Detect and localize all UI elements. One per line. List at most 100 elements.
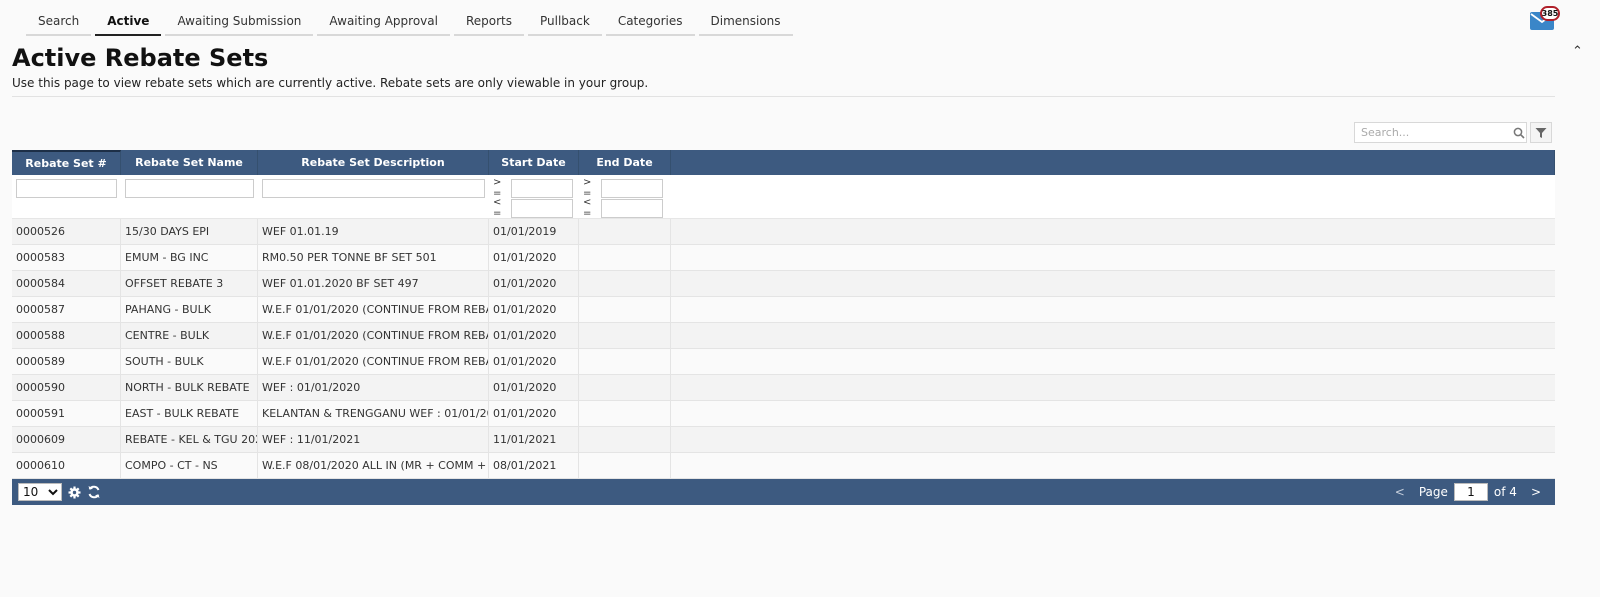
next-page-button[interactable]: > xyxy=(1523,485,1549,499)
cell-rebate-set-name: PAHANG - BULK xyxy=(121,297,258,322)
cell-rebate-set-name: OFFSET REBATE 3 xyxy=(121,271,258,296)
tab-awaiting-submission[interactable]: Awaiting Submission xyxy=(165,10,314,36)
cell-end-date xyxy=(579,401,671,426)
filter-end-date-to[interactable] xyxy=(601,198,663,218)
cell-rebate-set-name: 15/30 DAYS EPI xyxy=(121,219,258,244)
filter-rebate-set-name[interactable] xyxy=(125,179,254,198)
cell-start-date: 01/01/2020 xyxy=(489,401,579,426)
table-row[interactable]: 0000526 15/30 DAYS EPI WEF 01.01.19 01/0… xyxy=(12,219,1555,245)
page-title: Active Rebate Sets xyxy=(12,44,269,72)
cell-end-date xyxy=(579,349,671,374)
tab-categories[interactable]: Categories xyxy=(605,10,695,36)
le-label: < = xyxy=(583,197,592,219)
cell-rebate-set-description: WEF : 11/01/2021 xyxy=(258,427,489,452)
tab-dimensions[interactable]: Dimensions xyxy=(698,10,793,36)
cell-rebate-set-name: SOUTH - BULK xyxy=(121,349,258,374)
table-row[interactable]: 0000610 COMPO - CT - NS W.E.F 08/01/2020… xyxy=(12,453,1555,479)
cell-rebate-set-name: EMUM - BG INC xyxy=(121,245,258,270)
cell-start-date: 08/01/2021 xyxy=(489,453,579,478)
filter-row: > = < = > = < = xyxy=(12,175,1555,219)
tab-search[interactable]: Search xyxy=(26,10,92,36)
divider xyxy=(12,96,1555,97)
cell-rebate-set-number: 0000588 xyxy=(12,323,121,348)
cell-rebate-set-description: KELANTAN & TRENGGANU WEF : 01/01/2020 xyxy=(258,401,489,426)
cell-end-date xyxy=(579,245,671,270)
cell-rebate-set-description: W.E.F 01/01/2020 (CONTINUE FROM REBAT... xyxy=(258,297,489,322)
column-header-rebate-set-name[interactable]: Rebate Set Name xyxy=(121,150,258,175)
notification-badge: 385 xyxy=(1540,6,1560,21)
cell-rebate-set-name: EAST - BULK REBATE xyxy=(121,401,258,426)
cell-start-date: 01/01/2020 xyxy=(489,245,579,270)
cell-start-date: 01/01/2019 xyxy=(489,219,579,244)
cell-rebate-set-number: 0000589 xyxy=(12,349,121,374)
ge-label: > = xyxy=(493,177,502,199)
cell-start-date: 01/01/2020 xyxy=(489,297,579,322)
filter-icon xyxy=(1535,127,1547,138)
cell-rebate-set-name: REBATE - KEL & TGU 2021 xyxy=(121,427,258,452)
column-header-rebate-set-number[interactable]: Rebate Set # xyxy=(12,150,121,175)
column-header-spacer xyxy=(671,150,1555,175)
top-nav: Search Active Awaiting Submission Awaiti… xyxy=(26,10,793,36)
cell-rebate-set-description: W.E.F 01/01/2020 (CONTINUE FROM REBAT... xyxy=(258,349,489,374)
cell-start-date: 11/01/2021 xyxy=(489,427,579,452)
tab-reports[interactable]: Reports xyxy=(453,10,524,36)
table-row[interactable]: 0000587 PAHANG - BULK W.E.F 01/01/2020 (… xyxy=(12,297,1555,323)
mail-button[interactable]: 385 xyxy=(1530,6,1560,30)
filter-end-date-from[interactable] xyxy=(601,178,663,198)
page-subtitle: Use this page to view rebate sets which … xyxy=(12,76,649,90)
refresh-icon[interactable] xyxy=(87,485,101,499)
column-header-end-date[interactable]: End Date xyxy=(579,150,671,175)
filter-start-date-to[interactable] xyxy=(511,198,573,218)
cell-start-date: 01/01/2020 xyxy=(489,375,579,400)
cell-rebate-set-number: 0000584 xyxy=(12,271,121,296)
grid-body: 0000526 15/30 DAYS EPI WEF 01.01.19 01/0… xyxy=(12,219,1555,479)
cell-end-date xyxy=(579,323,671,348)
cell-rebate-set-name: COMPO - CT - NS xyxy=(121,453,258,478)
cell-rebate-set-name: CENTRE - BULK xyxy=(121,323,258,348)
table-row[interactable]: 0000591 EAST - BULK REBATE KELANTAN & TR… xyxy=(12,401,1555,427)
cell-rebate-set-description: WEF 01.01.19 xyxy=(258,219,489,244)
le-label: < = xyxy=(493,197,502,219)
cell-rebate-set-number: 0000609 xyxy=(12,427,121,452)
cell-rebate-set-number: 0000610 xyxy=(12,453,121,478)
filter-rebate-set-description[interactable] xyxy=(262,179,485,198)
prev-page-button[interactable]: < xyxy=(1387,485,1413,499)
column-header-rebate-set-description[interactable]: Rebate Set Description xyxy=(258,150,489,175)
cell-end-date xyxy=(579,375,671,400)
search-box xyxy=(1354,122,1527,143)
collapse-icon[interactable]: ⌃ xyxy=(1572,44,1583,59)
cell-rebate-set-name: NORTH - BULK REBATE xyxy=(121,375,258,400)
cell-rebate-set-number: 0000587 xyxy=(12,297,121,322)
cell-rebate-set-number: 0000590 xyxy=(12,375,121,400)
grid-footer: 10 < Page of 4 > xyxy=(12,479,1555,505)
cell-end-date xyxy=(579,219,671,244)
search-icon[interactable] xyxy=(1512,123,1526,143)
cell-end-date xyxy=(579,297,671,322)
gear-icon[interactable] xyxy=(68,486,81,499)
cell-rebate-set-number: 0000583 xyxy=(12,245,121,270)
table-row[interactable]: 0000588 CENTRE - BULK W.E.F 01/01/2020 (… xyxy=(12,323,1555,349)
pager: < Page of 4 > xyxy=(1387,483,1549,501)
column-header-start-date[interactable]: Start Date xyxy=(489,150,579,175)
search-input[interactable] xyxy=(1355,126,1512,139)
current-page-input[interactable] xyxy=(1453,483,1488,501)
filter-button[interactable] xyxy=(1530,122,1552,143)
table-row[interactable]: 0000590 NORTH - BULK REBATE WEF : 01/01/… xyxy=(12,375,1555,401)
cell-rebate-set-number: 0000591 xyxy=(12,401,121,426)
page-label: Page xyxy=(1418,485,1448,499)
table-row[interactable]: 0000584 OFFSET REBATE 3 WEF 01.01.2020 B… xyxy=(12,271,1555,297)
table-row[interactable]: 0000583 EMUM - BG INC RM0.50 PER TONNE B… xyxy=(12,245,1555,271)
filter-start-date-from[interactable] xyxy=(511,178,573,198)
cell-rebate-set-description: WEF : 01/01/2020 xyxy=(258,375,489,400)
tab-awaiting-approval[interactable]: Awaiting Approval xyxy=(317,10,450,36)
cell-start-date: 01/01/2020 xyxy=(489,271,579,296)
cell-rebate-set-number: 0000526 xyxy=(12,219,121,244)
table-row[interactable]: 0000589 SOUTH - BULK W.E.F 01/01/2020 (C… xyxy=(12,349,1555,375)
table-row[interactable]: 0000609 REBATE - KEL & TGU 2021 WEF : 11… xyxy=(12,427,1555,453)
tab-pullback[interactable]: Pullback xyxy=(527,10,602,36)
filter-rebate-set-number[interactable] xyxy=(16,179,117,198)
page-size-select[interactable]: 10 xyxy=(18,483,62,501)
tab-active[interactable]: Active xyxy=(95,10,162,36)
cell-rebate-set-description: RM0.50 PER TONNE BF SET 501 xyxy=(258,245,489,270)
grid-header: Rebate Set # Rebate Set Name Rebate Set … xyxy=(12,150,1555,175)
